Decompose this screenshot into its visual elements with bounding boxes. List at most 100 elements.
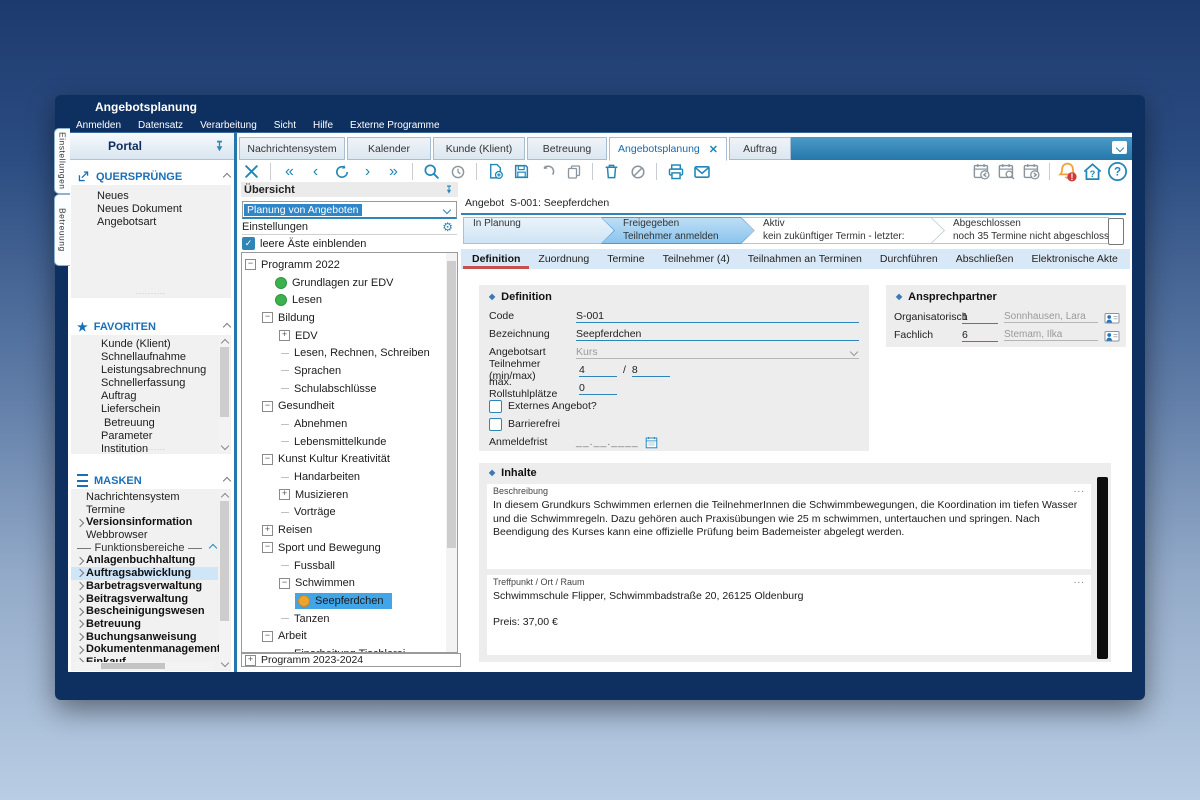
date-picker-calendar-icon[interactable] (645, 436, 658, 449)
angebotsart-dropdown[interactable]: Kurs (576, 346, 859, 359)
anmeldefrist-field[interactable]: __.__.____ (576, 436, 639, 448)
section-drag-handle[interactable]: ·········· (71, 447, 231, 453)
masken-header[interactable]: MASKEN (68, 473, 230, 488)
collapse-icon[interactable] (223, 322, 231, 330)
tab-kunde-klient[interactable]: Kunde (Klient) (433, 137, 525, 160)
tree-scrollbar[interactable] (446, 253, 457, 652)
settings-row[interactable]: Einstellungen ⚙ (242, 219, 457, 235)
favorit-item[interactable]: Leistungsabrechnung (71, 364, 218, 377)
menu-hilfe[interactable]: Hilfe (313, 120, 333, 131)
beschreibung-text[interactable]: In diesem Grundkurs Schwimmen erlernen d… (493, 499, 1081, 540)
view-dropdown[interactable]: Planung von Angeboten (242, 201, 457, 219)
tab-betreuung[interactable]: Betreuung (527, 137, 607, 160)
workflow-step-freigegeben-active[interactable]: FreigegebenTeilnehmer anmelden (601, 217, 755, 244)
home-help-icon[interactable]: ? (1082, 161, 1103, 182)
tree-item[interactable]: −Programm 2022 (245, 256, 444, 274)
favorit-item[interactable]: Schnellerfassung (71, 377, 218, 390)
beschreibung-more-button[interactable]: ... (1074, 484, 1085, 495)
offer-tab-os-akte[interactable]: OS-Akte (1127, 249, 1132, 269)
tree-item[interactable]: −Kunst Kultur Kreativität (245, 451, 444, 469)
offer-tab-teilnahmen[interactable]: Teilnahmen an Terminen (739, 249, 871, 269)
delete-trash-icon[interactable] (601, 161, 622, 182)
tree-item[interactable]: +EDV (245, 327, 444, 345)
preis-text[interactable]: Preis: 37,00 € (493, 616, 1081, 630)
tree-item[interactable]: −Bildung (245, 309, 444, 327)
favorit-item[interactable]: Kunde (Klient) (71, 338, 218, 351)
maske-item-active[interactable]: Auftragsabwicklung (71, 567, 218, 580)
tree-item[interactable]: Sprachen (245, 362, 444, 380)
maske-item[interactable]: Anlagenbuchhaltung (71, 554, 218, 567)
workflow-expand-button[interactable] (1108, 218, 1124, 245)
workflow-step-in-planung[interactable]: In Planung (463, 217, 615, 244)
calendar-previous-icon[interactable] (971, 161, 992, 182)
favorit-item[interactable]: Betreuung (71, 417, 218, 430)
offer-tab-definition-active[interactable]: Definition (463, 249, 529, 269)
collapse-expander-icon[interactable]: − (245, 259, 256, 270)
tab-auftrag[interactable]: Auftrag (729, 137, 791, 160)
workflow-step-abgeschlossen[interactable]: Abgeschlossennoch 35 Termine nicht abges… (931, 217, 1109, 244)
inhalte-scrollbar[interactable] (1097, 477, 1108, 659)
collapse-expander-icon[interactable]: − (262, 401, 273, 412)
favorit-item[interactable]: Schnellaufnahme (71, 351, 218, 364)
cancel-icon[interactable] (627, 161, 648, 182)
favoriten-header[interactable]: ★ FAVORITEN (68, 319, 230, 334)
barrierefrei-checkbox[interactable] (489, 418, 502, 431)
fachlich-name-field[interactable]: Stemam, Ilka (1004, 329, 1098, 341)
collapse-expander-icon[interactable]: − (279, 578, 290, 589)
tree-item[interactable]: Vorträge (245, 504, 444, 522)
tab-angebotsplanung-active[interactable]: Angebotsplanung✕ (609, 137, 727, 161)
masken-scrollbar[interactable] (219, 491, 230, 669)
tab-nachrichtensystem[interactable]: Nachrichtensystem (239, 137, 345, 160)
close-icon[interactable] (241, 161, 262, 182)
favorit-item[interactable]: Auftrag (71, 390, 218, 403)
tree-item[interactable]: Tanzen (245, 610, 444, 628)
collapse-expander-icon[interactable]: − (262, 542, 273, 553)
bezeichnung-field[interactable]: Seepferdchen (576, 328, 859, 341)
offer-tab-durchfuehren[interactable]: Durchführen (871, 249, 947, 269)
previous-record-icon[interactable]: ‹ (305, 161, 326, 182)
fachlich-number-field[interactable]: 6 (962, 329, 998, 342)
collapse-expander-icon[interactable]: − (262, 454, 273, 465)
tree-item[interactable]: Einarbeitung Tischlerei (245, 645, 444, 653)
masken-h-scrollbar[interactable] (73, 662, 215, 670)
organisatorisch-name-field[interactable]: Sonnhausen, Lara (1004, 311, 1098, 323)
maske-item[interactable]: Barbetragsverwaltung (71, 580, 218, 593)
expand-icon[interactable] (76, 518, 84, 526)
code-field[interactable]: S-001 (576, 310, 859, 323)
menu-verarbeitung[interactable]: Verarbeitung (200, 120, 257, 131)
tree-item[interactable]: Lebensmittelkunde (245, 433, 444, 451)
maske-item[interactable]: Beitragsverwaltung (71, 593, 218, 606)
tree-item[interactable]: Handarbeiten (245, 468, 444, 486)
tab-overflow-button[interactable] (1112, 141, 1127, 154)
tree-item[interactable]: Fussball (245, 557, 444, 575)
tree-item[interactable]: Lesen, Rechnen, Schreiben (245, 344, 444, 362)
maske-item[interactable]: Termine (71, 504, 218, 517)
side-tab-einstellungen[interactable]: Einstellungen (54, 128, 70, 194)
tree-item[interactable]: −Arbeit (245, 627, 444, 645)
contact-lookup-icon[interactable] (1104, 310, 1120, 325)
expand-expander-icon[interactable]: + (279, 489, 290, 500)
organisatorisch-number-field[interactable]: 1 (962, 311, 998, 324)
offer-tab-zuordnung[interactable]: Zuordnung (529, 249, 598, 269)
tree-item[interactable]: +Reisen (245, 521, 444, 539)
offer-tab-teilnehmer[interactable]: Teilnehmer (4) (654, 249, 739, 269)
favorit-item[interactable]: Parameter (71, 430, 218, 443)
refresh-icon[interactable] (331, 161, 352, 182)
offer-tab-elektronische-akte[interactable]: Elektronische Akte (1022, 249, 1126, 269)
search-icon[interactable] (421, 161, 442, 182)
notifications-bell-icon[interactable]: ! (1057, 161, 1078, 182)
tab-kalender[interactable]: Kalender (347, 137, 431, 160)
maske-item[interactable]: Nachrichtensystem (71, 491, 218, 504)
show-empty-checkbox[interactable]: ✓ (242, 237, 255, 250)
menu-datensatz[interactable]: Datensatz (138, 120, 183, 131)
calendar-next-icon[interactable] (1021, 161, 1042, 182)
pin-icon[interactable] (444, 184, 454, 195)
email-icon[interactable] (691, 161, 712, 182)
tree-item[interactable]: Abnehmen (245, 415, 444, 433)
close-tab-icon[interactable]: ✕ (709, 143, 718, 156)
maske-item[interactable]: Betreuung (71, 618, 218, 631)
tree-item[interactable]: Lesen (245, 291, 444, 309)
expand-expander-icon[interactable]: + (279, 330, 290, 341)
quersprung-item[interactable]: Neues Dokument (71, 203, 231, 216)
menu-sicht[interactable]: Sicht (274, 120, 296, 131)
